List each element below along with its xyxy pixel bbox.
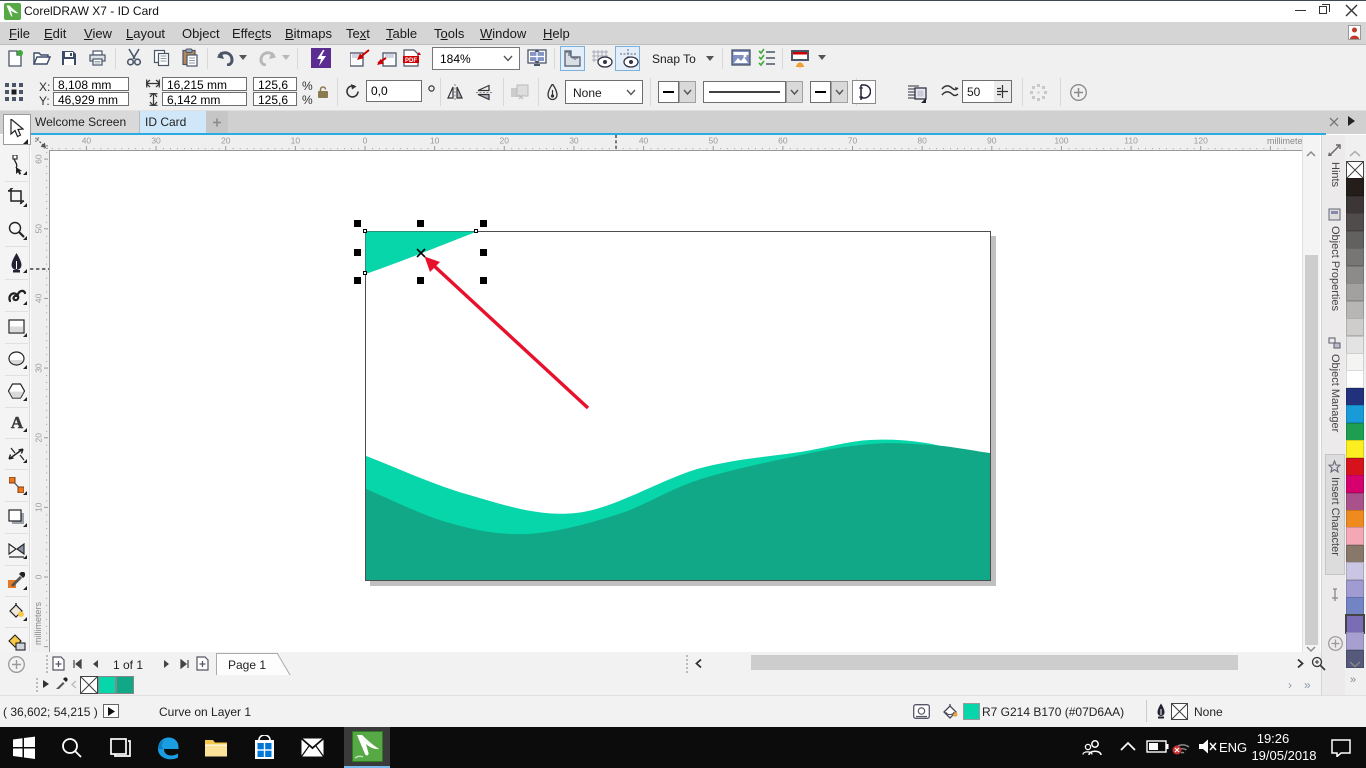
svg-text:10: 10 (291, 136, 301, 146)
svg-text:20: 20 (34, 433, 44, 443)
svg-text:100: 100 (1054, 136, 1068, 146)
svg-text:PDF: PDF (405, 58, 417, 64)
svg-text:50: 50 (708, 136, 718, 146)
svg-text:120: 120 (1194, 136, 1208, 146)
svg-text:20: 20 (500, 136, 510, 146)
svg-text:20: 20 (221, 136, 231, 146)
svg-text:30: 30 (569, 136, 579, 146)
svg-text:60: 60 (34, 154, 44, 164)
svg-text:60: 60 (778, 136, 788, 146)
svg-text:40: 40 (639, 136, 649, 146)
svg-text:50: 50 (34, 224, 44, 234)
svg-text:90: 90 (987, 136, 997, 146)
svg-text:10: 10 (34, 502, 44, 512)
svg-text:30: 30 (151, 136, 161, 146)
svg-text:80: 80 (917, 136, 927, 146)
svg-text:0: 0 (34, 574, 44, 579)
svg-text:40: 40 (34, 293, 44, 303)
svg-text:70: 70 (848, 136, 858, 146)
svg-text:110: 110 (1124, 136, 1138, 146)
svg-text:A: A (11, 414, 24, 431)
svg-text:40: 40 (82, 136, 92, 146)
svg-text:30: 30 (34, 363, 44, 373)
svg-text:10: 10 (430, 136, 440, 146)
svg-text:0: 0 (363, 136, 368, 146)
